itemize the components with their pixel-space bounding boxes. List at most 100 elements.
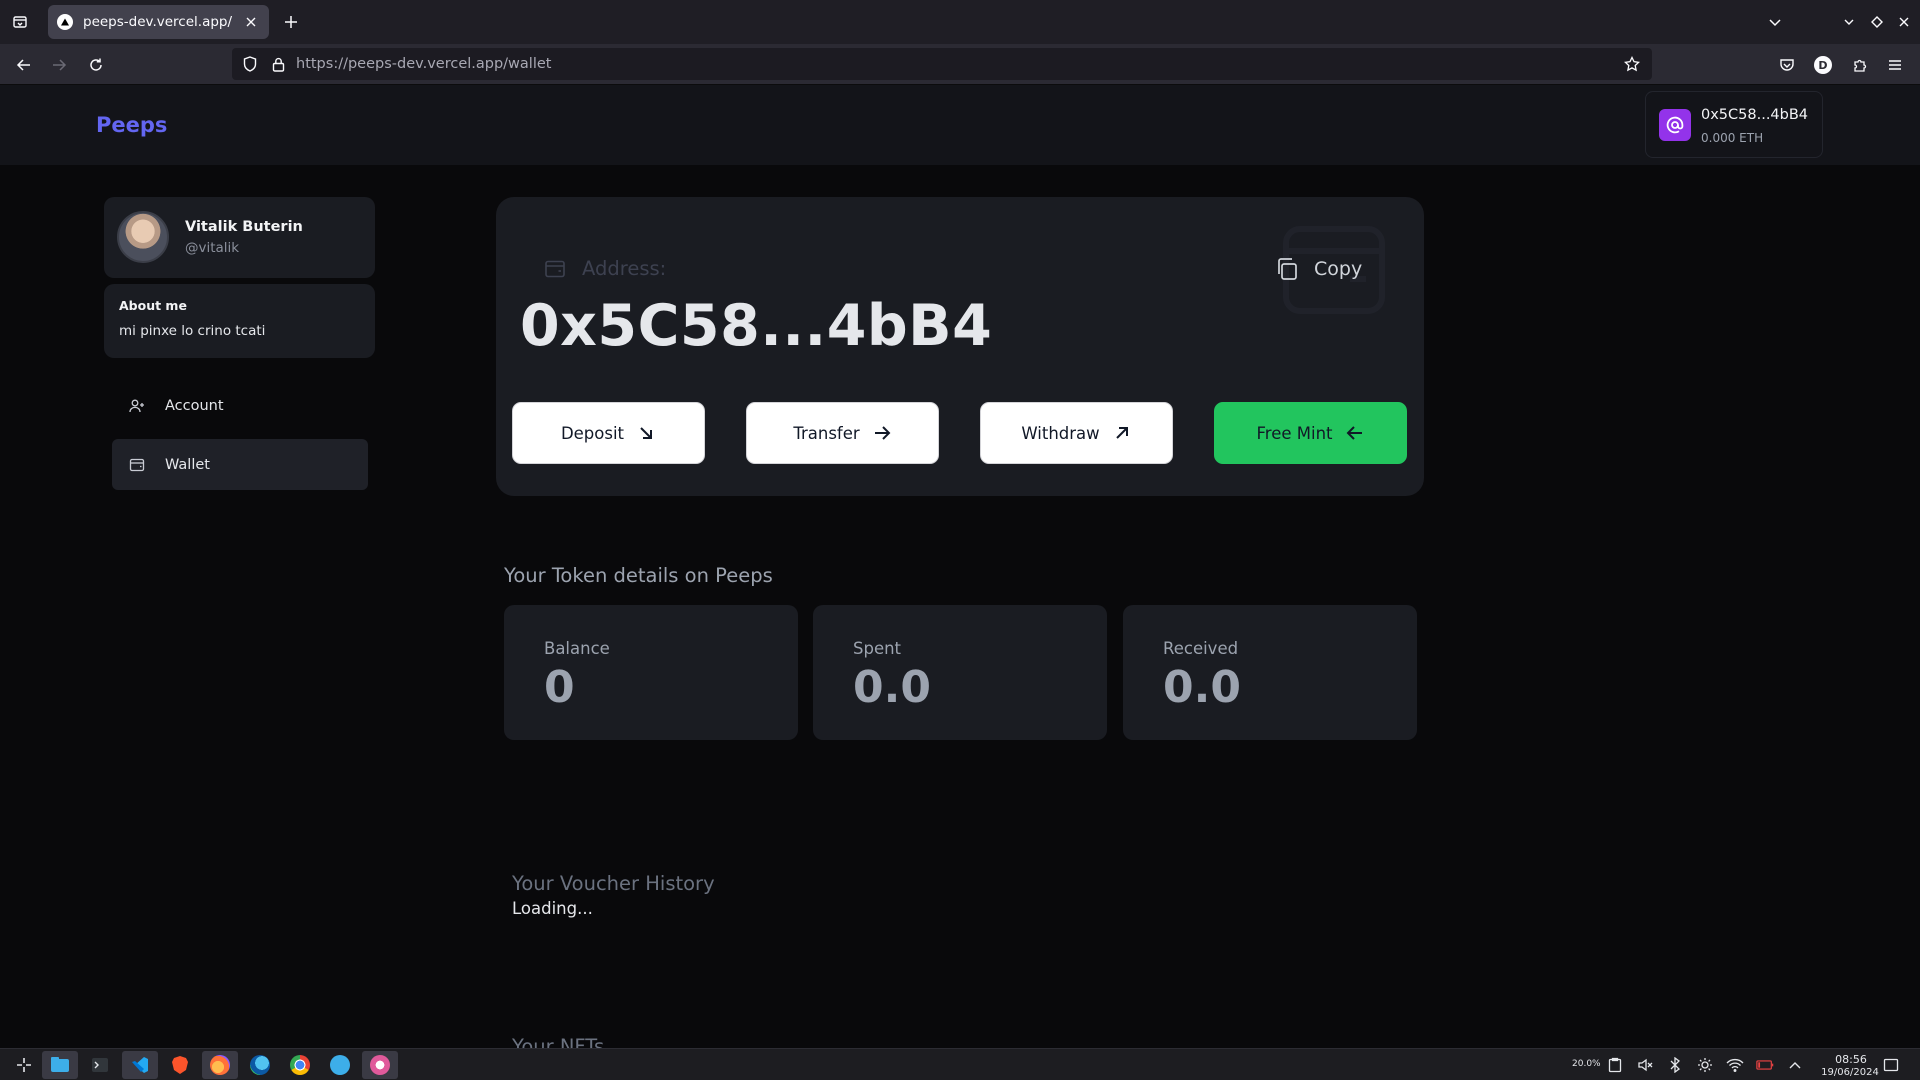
firefox-app-icon[interactable] — [202, 1051, 238, 1079]
arrow-down-right-icon — [636, 423, 656, 443]
app-launcher-icon[interactable] — [6, 1051, 42, 1079]
wallet-icon — [544, 258, 566, 280]
browser-nav-bar: https://peeps-dev.vercel.app/wallet D — [0, 44, 1920, 85]
voucher-history-heading: Your Voucher History — [512, 872, 715, 895]
chrome-app-icon[interactable] — [282, 1051, 318, 1079]
avatar — [117, 211, 169, 263]
withdraw-label: Withdraw — [1021, 423, 1100, 443]
stat-value: 0.0 — [1163, 662, 1241, 713]
reload-icon[interactable] — [82, 51, 110, 79]
sidebar-item-account[interactable]: Account — [112, 380, 368, 431]
profile-name: Vitalik Buterin — [185, 219, 303, 235]
url-bar[interactable]: https://peeps-dev.vercel.app/wallet — [232, 48, 1652, 80]
close-window-icon[interactable] — [1893, 11, 1915, 33]
about-title: About me — [119, 298, 187, 313]
copy-address-button[interactable]: Copy — [1274, 249, 1362, 289]
withdraw-button[interactable]: Withdraw — [980, 402, 1173, 464]
about-text: mi pinxe lo crino tcati — [119, 323, 266, 339]
clock-time[interactable]: 08:56 — [1826, 1053, 1876, 1066]
lock-icon[interactable] — [268, 54, 288, 74]
extensions-puzzle-icon[interactable] — [1848, 53, 1872, 77]
pink-app-icon[interactable] — [362, 1051, 398, 1079]
site-logo[interactable]: Peeps — [96, 113, 167, 137]
free-mint-button[interactable]: Free Mint — [1214, 402, 1407, 464]
stat-label: Received — [1163, 639, 1239, 658]
copy-icon — [1274, 256, 1300, 282]
profile-handle: @vitalik — [185, 240, 240, 256]
tab-list-icon[interactable] — [8, 10, 32, 34]
clipboard-icon[interactable] — [1606, 1056, 1624, 1074]
stat-value: 0 — [544, 662, 575, 713]
nfts-heading: Your NFTs — [512, 1035, 605, 1048]
bookmark-star-icon[interactable] — [1620, 52, 1644, 76]
connected-wallet-chip[interactable]: 0x5C58...4bB4 0.000 ETH — [1645, 91, 1823, 158]
account-profile-icon[interactable]: D — [1811, 53, 1835, 77]
terminal-app-icon[interactable] — [82, 1051, 118, 1079]
url-text[interactable]: https://peeps-dev.vercel.app/wallet — [296, 56, 1620, 72]
bluetooth-icon[interactable] — [1666, 1056, 1684, 1074]
show-desktop-icon[interactable] — [1882, 1056, 1900, 1074]
url-scheme-host: https://peeps-dev.vercel.app — [296, 56, 504, 72]
browser-tab-bar: peeps-dev.vercel.app/ — [0, 0, 1920, 44]
maximize-window-icon[interactable] — [1866, 11, 1888, 33]
page-viewport: Peeps 0x5C58...4bB4 0.000 ETH Vitalik Bu… — [0, 85, 1920, 1048]
brightness-icon[interactable] — [1696, 1056, 1714, 1074]
tray-expand-chevron-up-icon[interactable] — [1786, 1056, 1804, 1074]
forward-arrow-icon[interactable] — [45, 51, 73, 79]
arrow-left-icon — [1345, 423, 1365, 443]
minimize-window-icon[interactable] — [1838, 11, 1860, 33]
stat-card-received: Received 0.0 — [1123, 605, 1417, 740]
hamburger-menu-icon[interactable] — [1883, 53, 1907, 77]
profile-card[interactable]: Vitalik Buterin @vitalik — [104, 197, 375, 278]
site-header: Peeps 0x5C58...4bB4 0.000 ETH — [0, 85, 1920, 165]
sidebar-item-label: Wallet — [165, 456, 210, 473]
file-manager-app-icon[interactable] — [42, 1051, 78, 1079]
pocket-icon[interactable] — [1775, 53, 1799, 77]
stat-label: Spent — [853, 639, 902, 658]
tracking-shield-icon[interactable] — [240, 54, 260, 74]
vscode-app-icon[interactable] — [122, 1051, 158, 1079]
stat-card-balance: Balance 0 — [504, 605, 798, 740]
volume-muted-icon[interactable] — [1636, 1056, 1654, 1074]
at-sign-icon — [1659, 109, 1691, 141]
copy-label: Copy — [1314, 258, 1363, 280]
tab-title: peeps-dev.vercel.app/ — [83, 14, 233, 30]
wifi-icon[interactable] — [1726, 1056, 1744, 1074]
stat-card-spent: Spent 0.0 — [813, 605, 1107, 740]
close-tab-icon[interactable] — [239, 10, 263, 34]
tray-percent[interactable]: 20.0% — [1572, 1059, 1601, 1069]
battery-low-icon[interactable] — [1756, 1056, 1774, 1074]
os-taskbar: 20.0% 08:56 19/06/2024 — [0, 1048, 1920, 1080]
about-card: About me mi pinxe lo crino tcati — [104, 284, 375, 358]
sidebar-item-wallet[interactable]: Wallet — [112, 439, 368, 490]
clock-date[interactable]: 19/06/2024 — [1810, 1067, 1890, 1078]
back-arrow-icon[interactable] — [10, 51, 38, 79]
arrow-right-icon — [872, 423, 892, 443]
address-label-row: Address: — [544, 257, 666, 280]
transfer-button[interactable]: Transfer — [746, 402, 939, 464]
vercel-favicon-icon — [57, 14, 73, 30]
wallet-address: 0x5C58...4bB4 — [520, 293, 993, 359]
chip-balance: 0.000 ETH — [1701, 131, 1764, 145]
browser-tab-active[interactable]: peeps-dev.vercel.app/ — [48, 5, 269, 39]
user-icon — [127, 396, 147, 416]
stat-value: 0.0 — [853, 662, 931, 713]
chip-address: 0x5C58...4bB4 — [1701, 107, 1809, 123]
edge-app-icon[interactable] — [242, 1051, 278, 1079]
wallet-icon — [127, 455, 147, 475]
address-label: Address: — [582, 257, 667, 280]
brave-browser-app-icon[interactable] — [162, 1051, 198, 1079]
new-tab-plus-icon[interactable] — [279, 10, 303, 34]
stat-label: Balance — [544, 639, 610, 658]
deposit-button[interactable]: Deposit — [512, 402, 705, 464]
transfer-label: Transfer — [793, 423, 860, 443]
voucher-loading-status: Loading... — [512, 899, 593, 918]
wallet-card: Address: 0x5C58...4bB4 Copy Deposit Tran… — [496, 197, 1424, 496]
kde-connect-app-icon[interactable] — [322, 1051, 358, 1079]
url-path: /wallet — [503, 56, 552, 72]
arrow-up-right-icon — [1112, 423, 1132, 443]
list-all-tabs-icon[interactable] — [1764, 11, 1786, 33]
free-mint-label: Free Mint — [1256, 423, 1333, 443]
deposit-label: Deposit — [560, 423, 625, 443]
sidebar-item-label: Account — [165, 397, 224, 414]
